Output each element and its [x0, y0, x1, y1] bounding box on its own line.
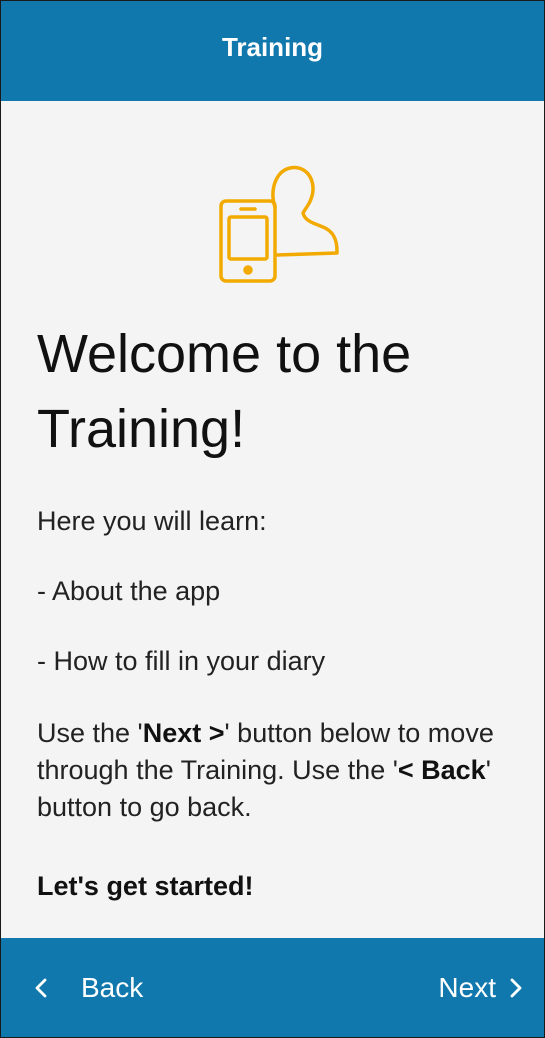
back-button[interactable]: Back	[31, 938, 143, 1037]
welcome-heading: Welcome to the Training!	[37, 324, 412, 459]
back-reference: < Back	[397, 755, 486, 785]
next-reference: Next >	[142, 718, 225, 748]
app-header: Training	[1, 1, 544, 101]
back-button-label: Back	[81, 971, 144, 1003]
chevron-right-icon	[510, 978, 522, 997]
footer-nav: Back Next	[1, 938, 544, 1037]
chevron-left-icon	[35, 978, 47, 997]
instructions-text: Use the 'Next >' button below to move th…	[37, 715, 527, 826]
instructions-part: Use the '	[37, 718, 143, 748]
list-item: - How to fill in your diary	[37, 646, 326, 676]
list-item: - About the app	[37, 576, 221, 606]
intro-text: Here you will learn:	[37, 506, 267, 536]
closing-text: Let's get started!	[37, 871, 254, 901]
app-frame: Training Welcome to the Training! Here y…	[0, 0, 545, 1038]
main-content: Welcome to the Training! Here you will l…	[1, 101, 544, 938]
page-title: Training	[221, 31, 324, 62]
next-button-label: Next	[438, 971, 496, 1003]
phone-user-icon	[219, 165, 339, 283]
next-button[interactable]: Next	[438, 938, 526, 1037]
